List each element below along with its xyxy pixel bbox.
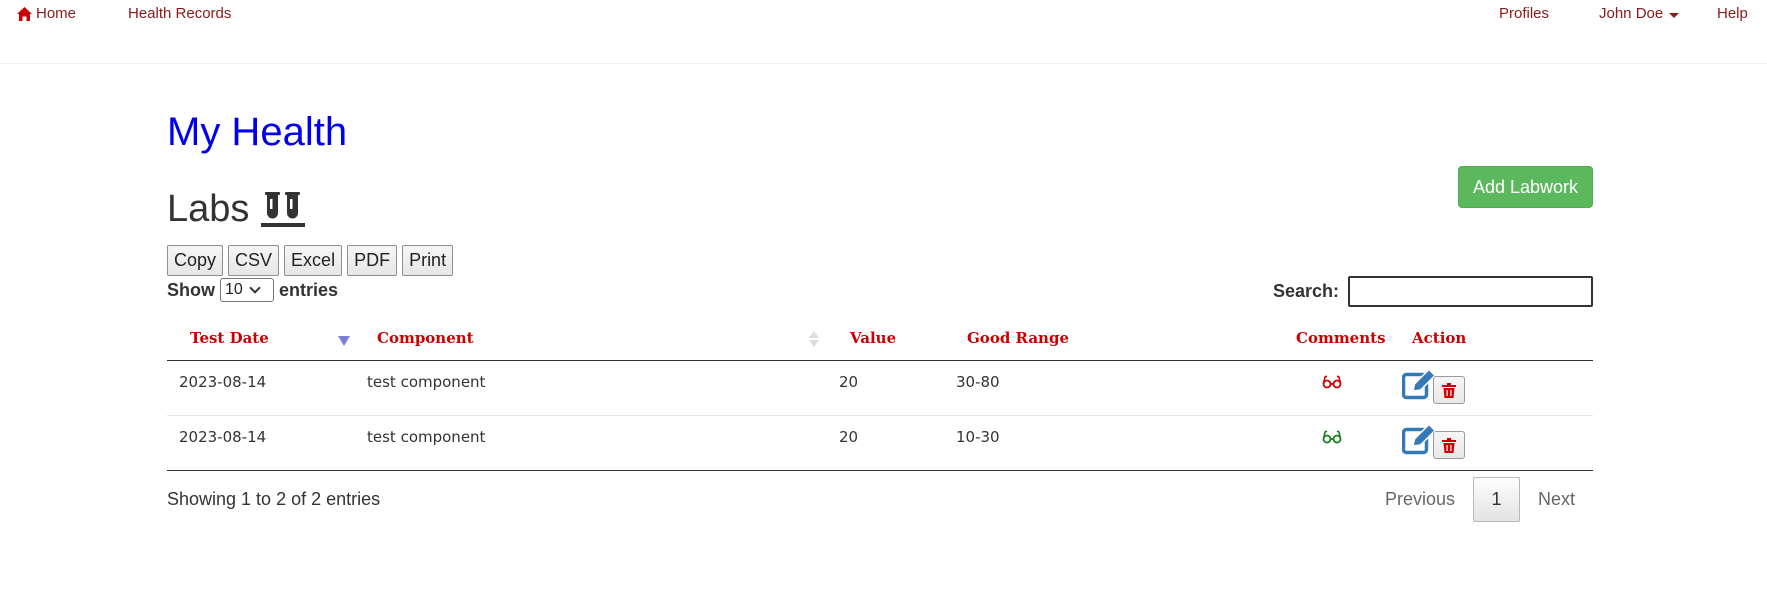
entries-length-control: Show 10 entries (167, 278, 338, 302)
caret-down-icon (1669, 12, 1680, 18)
top-navbar: Home Health Records Profiles John Doe He… (0, 0, 1767, 64)
next-page-button[interactable]: Next (1520, 489, 1593, 510)
section-heading: Labs (167, 185, 306, 233)
cell-test-date: 2023-08-14 (179, 428, 267, 446)
table-header-row: Test Date Component Value Good Range Com… (167, 319, 1593, 361)
csv-button[interactable]: CSV (228, 245, 280, 276)
column-header-action: Action (1412, 329, 1467, 347)
nav-health-records-link[interactable]: Health Records (128, 5, 231, 23)
table-row: 2023-08-14 test component 20 10-30 (167, 416, 1593, 471)
search-control: Search: (1273, 276, 1593, 307)
add-labwork-button[interactable]: Add Labwork (1458, 166, 1593, 208)
nav-user-dropdown[interactable]: John Doe (1599, 5, 1680, 23)
column-header-test-date[interactable]: Test Date (190, 329, 269, 347)
pdf-button[interactable]: PDF (347, 245, 398, 276)
entries-select[interactable]: 10 (220, 278, 274, 302)
table-info: Showing 1 to 2 of 2 entries (167, 489, 381, 509)
delete-button[interactable] (1433, 376, 1465, 404)
cell-good-range: 10-30 (956, 428, 1000, 446)
search-input[interactable] (1348, 276, 1593, 307)
entries-select-value: 10 (225, 281, 243, 298)
export-buttons: Copy CSV Excel PDF Print (167, 245, 454, 276)
print-button[interactable]: Print (402, 245, 454, 276)
table-row: 2023-08-14 test component 20 30-80 (167, 361, 1593, 416)
edit-icon[interactable] (1401, 423, 1437, 460)
column-header-good-range[interactable]: Good Range (967, 329, 1069, 347)
cell-component: test component (367, 428, 486, 446)
previous-page-button[interactable]: Previous (1367, 489, 1473, 510)
labs-table: Test Date Component Value Good Range Com… (167, 319, 1593, 471)
sort-descending-icon (338, 336, 350, 346)
column-header-value[interactable]: Value (850, 329, 896, 347)
sort-both-icon (809, 331, 819, 347)
search-label: Search: (1272, 281, 1339, 301)
delete-button[interactable] (1433, 431, 1465, 459)
edit-icon[interactable] (1401, 368, 1437, 405)
copy-button[interactable]: Copy (167, 245, 224, 276)
section-title: Labs (167, 188, 250, 230)
cell-good-range: 30-80 (956, 373, 1000, 391)
nav-user-label: John Doe (1599, 5, 1664, 22)
cell-component: test component (367, 373, 486, 391)
page-title: My Health (167, 110, 348, 154)
trash-icon (1442, 382, 1456, 398)
nav-help-link[interactable]: Help (1717, 5, 1748, 23)
nav-profiles-link[interactable]: Profiles (1499, 5, 1549, 23)
cell-value: 20 (839, 373, 859, 391)
column-header-comments: Comments (1296, 329, 1386, 347)
length-prefix: Show (167, 279, 215, 300)
column-header-component[interactable]: Component (377, 329, 474, 347)
cell-value: 20 (839, 428, 859, 446)
nav-home-link[interactable]: Home (17, 5, 76, 23)
excel-button[interactable]: Excel (284, 245, 343, 276)
home-icon (17, 7, 32, 21)
test-tubes-icon (261, 192, 306, 227)
cell-test-date: 2023-08-14 (179, 373, 267, 391)
glasses-icon[interactable] (1322, 429, 1342, 448)
trash-icon (1442, 437, 1456, 453)
nav-home-label: Home (36, 5, 77, 22)
chevron-down-icon (249, 282, 261, 294)
length-suffix: entries (279, 279, 339, 300)
current-page-button[interactable]: 1 (1472, 477, 1520, 522)
pagination: Previous 1 Next (1367, 477, 1593, 522)
glasses-icon[interactable] (1322, 374, 1342, 393)
